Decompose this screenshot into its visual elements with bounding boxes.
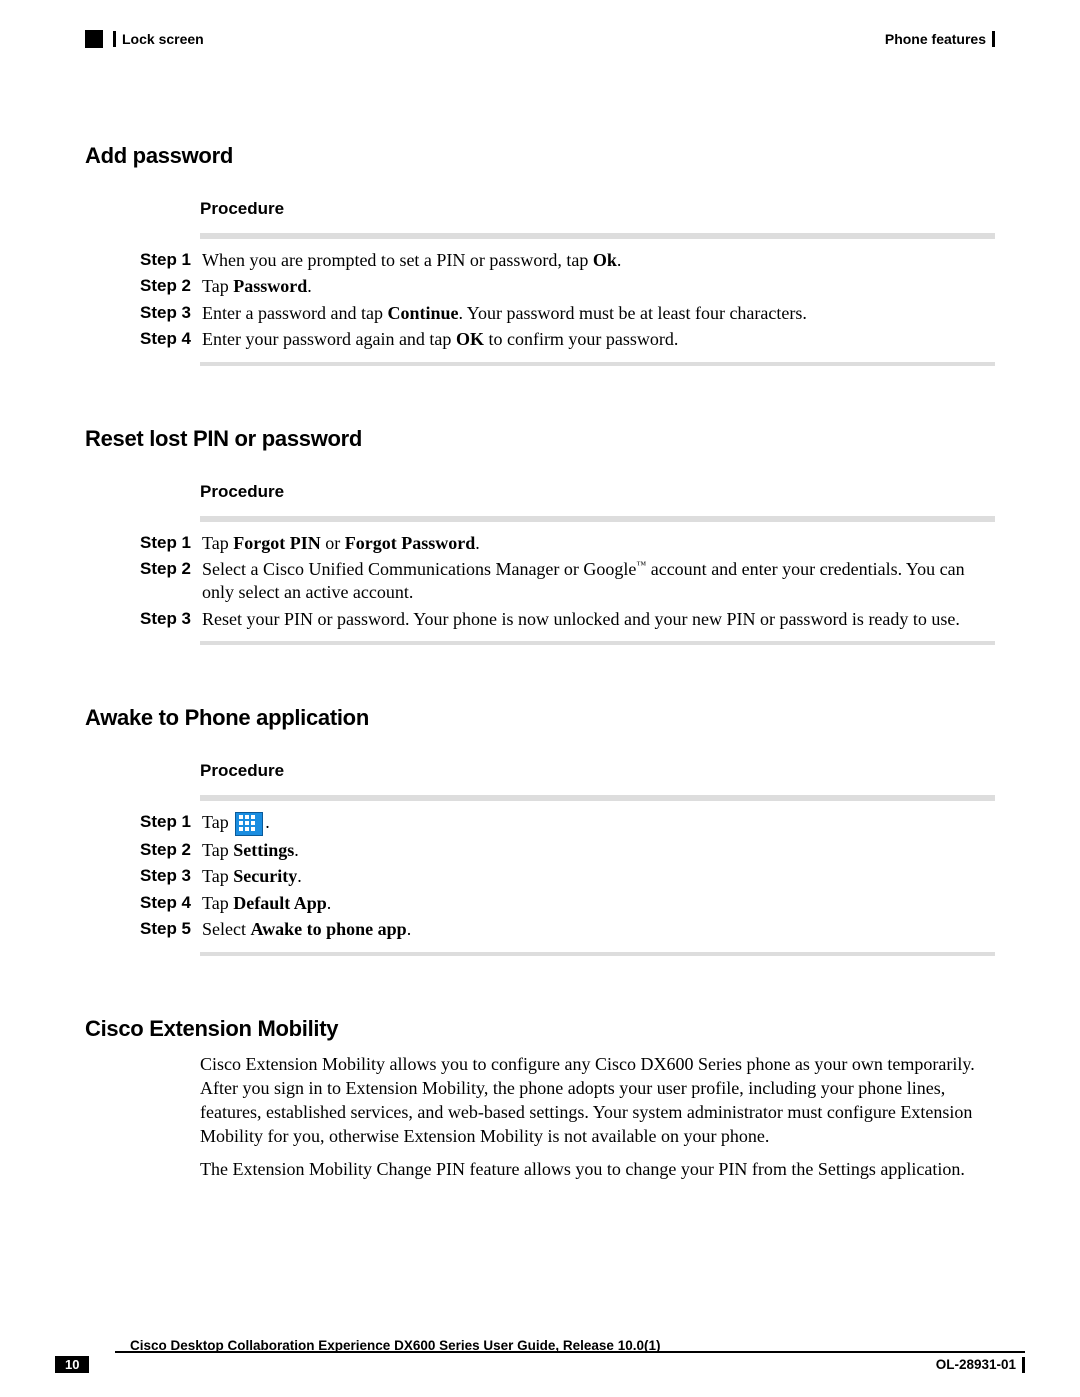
footer-doc-title: Cisco Desktop Collaboration Experience D… (130, 1338, 660, 1353)
step-label: Step 2 (140, 839, 202, 861)
step-row: Step 1 Tap . (140, 811, 995, 836)
step-label: Step 4 (140, 328, 202, 350)
divider (200, 795, 995, 801)
step-text: Tap Security. (202, 865, 995, 888)
step-row: Step 3 Tap Security. (140, 865, 995, 888)
step-label: Step 1 (140, 249, 202, 271)
step-text: Tap Settings. (202, 839, 995, 862)
divider (200, 952, 995, 956)
step-row: Step 3 Reset your PIN or password. Your … (140, 608, 995, 631)
divider (200, 641, 995, 645)
step-label: Step 1 (140, 532, 202, 554)
step-row: Step 1 Tap Forgot PIN or Forgot Password… (140, 532, 995, 555)
steps-awake: Step 1 Tap . (140, 811, 995, 941)
procedure-label: Procedure (200, 199, 995, 219)
header-right: Phone features (885, 31, 995, 47)
page-header: Lock screen Phone features (85, 30, 995, 48)
heading-extension-mobility: Cisco Extension Mobility (85, 1016, 995, 1042)
step-label: Step 4 (140, 892, 202, 914)
page-footer: Cisco Desktop Collaboration Experience D… (55, 1351, 1025, 1373)
step-row: Step 2 Select a Cisco Unified Communicat… (140, 558, 995, 605)
step-text: Select a Cisco Unified Communications Ma… (202, 558, 995, 605)
step-label: Step 3 (140, 865, 202, 887)
header-marker-square (85, 30, 103, 48)
step-text: Tap . (202, 811, 995, 836)
steps-reset-pin: Step 1 Tap Forgot PIN or Forgot Password… (140, 532, 995, 632)
steps-add-password: Step 1 When you are prompted to set a PI… (140, 249, 995, 352)
divider (200, 516, 995, 522)
divider (200, 233, 995, 239)
step-text: Select Awake to phone app. (202, 918, 995, 941)
step-label: Step 1 (140, 811, 202, 833)
step-text: Tap Forgot PIN or Forgot Password. (202, 532, 995, 555)
step-label: Step 3 (140, 302, 202, 324)
footer-doc-id: OL-28931-01 (936, 1357, 1016, 1372)
heading-awake: Awake to Phone application (85, 705, 995, 731)
step-text: When you are prompted to set a PIN or pa… (202, 249, 995, 272)
header-left-text: Lock screen (122, 31, 204, 47)
apps-grid-icon (235, 812, 263, 836)
trademark-symbol: ™ (636, 560, 646, 571)
heading-reset-pin: Reset lost PIN or password (85, 426, 995, 452)
body-para-2: The Extension Mobility Change PIN featur… (200, 1157, 995, 1181)
header-vbar-left (113, 31, 116, 47)
header-right-text: Phone features (885, 31, 986, 47)
step-text: Enter a password and tap Continue. Your … (202, 302, 995, 325)
procedure-label: Procedure (200, 482, 995, 502)
header-left: Lock screen (85, 30, 204, 48)
step-text: Enter your password again and tap OK to … (202, 328, 995, 351)
footer-right: OL-28931-01 (936, 1357, 1025, 1373)
step-label: Step 5 (140, 918, 202, 940)
step-row: Step 1 When you are prompted to set a PI… (140, 249, 995, 272)
heading-add-password: Add password (85, 143, 995, 169)
divider (200, 362, 995, 366)
step-text: Tap Password. (202, 275, 995, 298)
step-row: Step 3 Enter a password and tap Continue… (140, 302, 995, 325)
step-row: Step 2 Tap Password. (140, 275, 995, 298)
body-para-1: Cisco Extension Mobility allows you to c… (200, 1052, 995, 1149)
page-number: 10 (55, 1356, 89, 1373)
footer-left: 10 (55, 1356, 101, 1373)
step-row: Step 4 Enter your password again and tap… (140, 328, 995, 351)
step-row: Step 5 Select Awake to phone app. (140, 918, 995, 941)
header-vbar-right (992, 31, 995, 47)
step-row: Step 4 Tap Default App. (140, 892, 995, 915)
step-text: Reset your PIN or password. Your phone i… (202, 608, 995, 631)
procedure-label: Procedure (200, 761, 995, 781)
step-label: Step 2 (140, 558, 202, 580)
footer-vbar (1022, 1357, 1025, 1373)
step-label: Step 2 (140, 275, 202, 297)
step-row: Step 2 Tap Settings. (140, 839, 995, 862)
step-label: Step 3 (140, 608, 202, 630)
step-text: Tap Default App. (202, 892, 995, 915)
